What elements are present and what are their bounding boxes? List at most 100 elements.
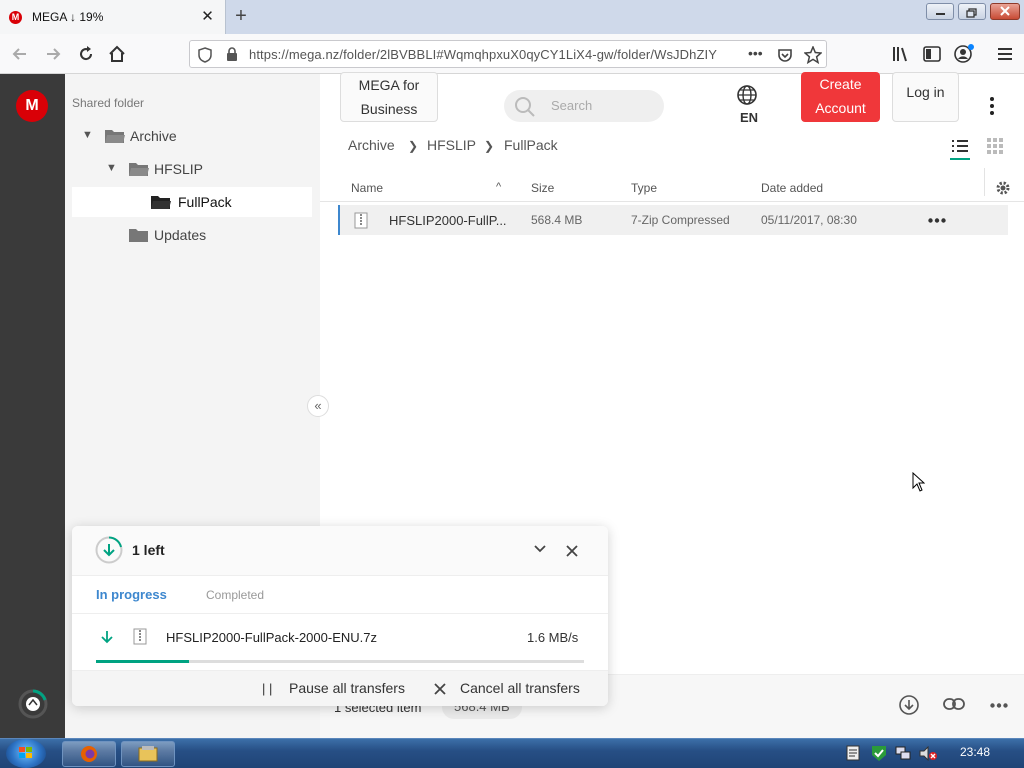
url-bar[interactable]: https://mega.nz/folder/2lBVBBLI#Wqmqhpxu… bbox=[189, 40, 827, 68]
cancel-icon[interactable] bbox=[434, 683, 446, 695]
tree-item-fullpack[interactable]: FullPack bbox=[72, 187, 312, 217]
mega-logo[interactable]: M bbox=[16, 90, 48, 122]
download-icon[interactable] bbox=[898, 694, 920, 716]
chevron-down-icon[interactable] bbox=[533, 544, 547, 554]
tray-network-icon[interactable] bbox=[895, 746, 911, 761]
create-line2: Account bbox=[815, 100, 866, 116]
business-line2: Business bbox=[360, 101, 418, 117]
file-name[interactable]: HFSLIP2000-FullP... bbox=[389, 213, 507, 228]
row-more-icon[interactable] bbox=[928, 218, 946, 223]
tree-item-hfslip[interactable]: ▼ HFSLIP bbox=[72, 154, 312, 184]
globe-icon[interactable] bbox=[736, 84, 758, 106]
taskbar-firefox[interactable] bbox=[62, 741, 116, 767]
breadcrumb-separator-icon: ❯ bbox=[484, 139, 495, 153]
tab-close-icon[interactable]: ✕ bbox=[200, 9, 215, 24]
table-header: Name ^ Size Type Date added bbox=[320, 168, 1024, 202]
login-button[interactable]: Log in bbox=[892, 72, 959, 122]
column-header-date[interactable]: Date added bbox=[761, 181, 823, 195]
minimize-button[interactable] bbox=[926, 3, 954, 20]
transfer-speed: 1.6 MB/s bbox=[527, 630, 579, 645]
back-icon[interactable] bbox=[8, 42, 32, 66]
sort-asc-icon[interactable]: ^ bbox=[496, 181, 501, 193]
pause-icon[interactable]: | | bbox=[262, 681, 272, 696]
tree-item-label: FullPack bbox=[178, 194, 232, 210]
sidebar-icon[interactable] bbox=[920, 42, 944, 66]
tab-in-progress[interactable]: In progress bbox=[96, 587, 167, 602]
taskbar-explorer[interactable] bbox=[121, 741, 175, 767]
business-line1: MEGA for bbox=[358, 77, 420, 93]
menu-icon[interactable] bbox=[993, 42, 1017, 66]
breadcrumb-item[interactable]: FullPack bbox=[504, 137, 558, 153]
forward-icon[interactable] bbox=[41, 42, 65, 66]
download-arrow-icon bbox=[101, 630, 113, 644]
library-icon[interactable] bbox=[889, 42, 913, 66]
create-line1: Create bbox=[819, 76, 862, 92]
create-account-button[interactable]: Create Account bbox=[801, 72, 880, 122]
reload-icon[interactable] bbox=[74, 42, 98, 66]
transfer-progress-icon[interactable] bbox=[17, 688, 49, 720]
folder-open-icon bbox=[128, 160, 150, 178]
restore-button[interactable] bbox=[958, 3, 986, 20]
file-type: 7-Zip Compressed bbox=[631, 213, 730, 227]
url-text[interactable]: https://mega.nz/folder/2lBVBBLI#Wqmqhpxu… bbox=[249, 47, 717, 62]
tray-security-icon[interactable] bbox=[870, 745, 888, 762]
new-tab-button[interactable]: + bbox=[231, 5, 251, 27]
account-icon[interactable] bbox=[952, 42, 976, 66]
archive-file-icon bbox=[354, 212, 368, 229]
column-header-size[interactable]: Size bbox=[531, 181, 554, 195]
browser-tab[interactable]: M MEGA ↓ 19% ✕ bbox=[0, 0, 226, 34]
shared-folder-label: Shared folder bbox=[72, 96, 145, 110]
transfer-widget: 1 left In progress Completed HFSLIP2000-… bbox=[72, 526, 608, 706]
window-close-button[interactable] bbox=[990, 3, 1020, 20]
pocket-icon[interactable] bbox=[777, 47, 793, 63]
taskbar-clock[interactable]: 23:48 bbox=[960, 745, 990, 759]
mouse-cursor-icon bbox=[912, 472, 925, 492]
column-header-type[interactable]: Type bbox=[631, 181, 657, 195]
tab-completed[interactable]: Completed bbox=[206, 588, 264, 602]
mega-for-business-button[interactable]: MEGA for Business bbox=[340, 72, 438, 122]
transfer-item[interactable]: HFSLIP2000-FullPack-2000-ENU.7z 1.6 MB/s bbox=[72, 614, 608, 670]
tab-title: MEGA ↓ 19% bbox=[32, 10, 104, 24]
close-icon[interactable] bbox=[565, 544, 579, 558]
list-view-icon[interactable] bbox=[950, 138, 970, 160]
file-date: 05/11/2017, 08:30 bbox=[761, 213, 857, 227]
transfers-left-count: 1 left bbox=[132, 542, 165, 558]
tray-clipboard-icon[interactable] bbox=[846, 745, 860, 761]
breadcrumb-item[interactable]: Archive bbox=[348, 137, 395, 153]
transfer-widget-header: 1 left bbox=[72, 526, 608, 576]
page-actions-icon[interactable]: ••• bbox=[748, 45, 763, 61]
tree-item-archive[interactable]: ▼ Archive bbox=[72, 121, 312, 151]
collapse-panel-icon[interactable]: « bbox=[307, 395, 329, 417]
chevron-down-icon[interactable]: ▼ bbox=[106, 162, 117, 174]
pause-all-button[interactable]: Pause all transfers bbox=[289, 680, 405, 696]
column-header-name[interactable]: Name bbox=[351, 181, 383, 195]
more-horizontal-icon[interactable] bbox=[990, 703, 1008, 708]
search-input[interactable]: Search bbox=[504, 90, 664, 122]
tree-item-updates[interactable]: Updates bbox=[72, 220, 312, 250]
breadcrumb-item[interactable]: HFSLIP bbox=[427, 137, 476, 153]
shield-icon[interactable] bbox=[198, 47, 212, 63]
chevron-down-icon[interactable]: ▼ bbox=[82, 129, 93, 141]
bookmark-star-icon[interactable] bbox=[804, 46, 822, 64]
language-label[interactable]: EN bbox=[740, 110, 758, 125]
more-vertical-icon[interactable] bbox=[984, 96, 1000, 116]
transfer-tabs: In progress Completed bbox=[72, 576, 608, 614]
progress-track bbox=[96, 660, 584, 663]
tree-item-label: Archive bbox=[130, 128, 177, 144]
grid-view-icon[interactable] bbox=[987, 138, 1003, 154]
lock-icon[interactable] bbox=[226, 47, 238, 62]
tree-item-label: Updates bbox=[154, 227, 207, 243]
breadcrumb-separator-icon: ❯ bbox=[408, 139, 419, 153]
archive-file-icon bbox=[133, 628, 147, 645]
link-icon[interactable] bbox=[943, 696, 965, 712]
cancel-all-button[interactable]: Cancel all transfers bbox=[460, 680, 580, 696]
folder-open-icon bbox=[150, 193, 172, 211]
table-row[interactable]: HFSLIP2000-FullP... 568.4 MB 7-Zip Compr… bbox=[338, 205, 1008, 235]
tray-volume-muted-icon[interactable] bbox=[919, 746, 937, 761]
settings-gear-icon[interactable] bbox=[995, 180, 1011, 196]
transfer-file-name: HFSLIP2000-FullPack-2000-ENU.7z bbox=[166, 630, 377, 645]
home-icon[interactable] bbox=[105, 42, 129, 66]
start-button[interactable] bbox=[6, 739, 46, 768]
file-size: 568.4 MB bbox=[531, 213, 583, 227]
search-placeholder: Search bbox=[551, 98, 593, 113]
